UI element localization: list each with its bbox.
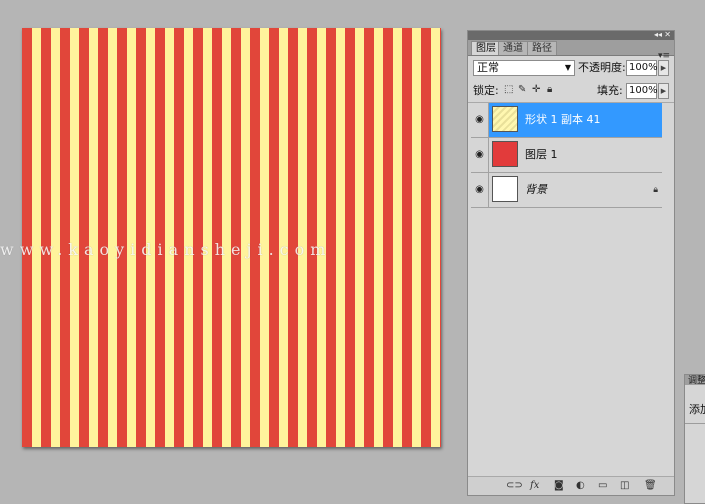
panel-tabs: 图层 通道 路径 ▾≡ [468, 40, 674, 61]
panel-title-bar[interactable]: ◂◂ ✕ [468, 30, 674, 40]
blend-opacity-row: 正常 ▼ 不透明度: 100% ▶ [468, 57, 674, 79]
lock-icon: 🔒︎ [653, 185, 658, 195]
lock-label: 锁定: [473, 84, 499, 97]
visibility-eye-icon[interactable]: ◉ [471, 173, 489, 207]
chevron-down-icon: ▼ [564, 63, 571, 72]
layers-list: ◉ 形状 1 副本 41 ◉ 图层 1 ◉ 背景 🔒︎ [471, 103, 662, 208]
padlock-icon[interactable]: 🔒︎ [547, 83, 552, 97]
layer-row-layer-1[interactable]: ◉ 图层 1 [471, 138, 662, 173]
fill-input[interactable]: 100% [626, 83, 658, 99]
adjustments-tab-label: 调整 [688, 376, 705, 386]
layer-thumbnail [492, 176, 518, 202]
adjustment-icon[interactable]: ◐ [576, 478, 585, 494]
close-icon[interactable]: ✕ [664, 30, 671, 40]
watermark-text: www.kaoyidiansheji.com [0, 240, 332, 259]
layer-row-background[interactable]: ◉ 背景 🔒︎ [471, 173, 662, 208]
fx-icon[interactable]: fx [530, 478, 539, 494]
tab-paths[interactable]: 路径 [527, 41, 557, 55]
fill-slider-arrow[interactable]: ▶ [658, 83, 669, 99]
panel-bottom-toolbar: ⊂⊃ fx ◙ ◐ ▭ ◫ 🗑︎ [468, 476, 674, 495]
move-lock-icon[interactable]: ✛ [532, 83, 540, 97]
tab-channels[interactable]: 通道 [498, 41, 528, 55]
layer-thumbnail [492, 141, 518, 167]
layer-name[interactable]: 背景 [525, 173, 547, 207]
brush-lock-icon[interactable]: ✎ [518, 83, 526, 97]
layer-thumbnail [492, 106, 518, 132]
visibility-eye-icon[interactable]: ◉ [471, 103, 489, 137]
tab-layers[interactable]: 图层 [471, 41, 501, 55]
opacity-label: 不透明度: [578, 61, 626, 74]
fill-label: 填充: [597, 84, 623, 97]
collapse-icon[interactable]: ◂◂ [654, 30, 662, 40]
blend-mode-value: 正常 [477, 61, 499, 74]
opacity-input[interactable]: 100% [626, 60, 658, 76]
new-layer-icon[interactable]: ◫ [620, 478, 629, 494]
transparency-lock-icon[interactable]: ⬚ [504, 83, 513, 97]
layer-name[interactable]: 形状 1 副本 41 [525, 103, 601, 137]
folder-icon[interactable]: ▭ [598, 478, 607, 494]
layers-panel: ◂◂ ✕ 图层 通道 路径 ▾≡ 正常 ▼ 不透明度: 100% ▶ 锁定: ⬚… [467, 30, 675, 496]
trash-icon[interactable]: 🗑︎ [644, 478, 657, 494]
layer-row-shape-copy[interactable]: ◉ 形状 1 副本 41 [471, 103, 662, 138]
layer-name[interactable]: 图层 1 [525, 138, 558, 172]
visibility-eye-icon[interactable]: ◉ [471, 138, 489, 172]
opacity-slider-arrow[interactable]: ▶ [658, 60, 669, 76]
lock-fill-row: 锁定: ⬚ ✎ ✛ 🔒︎ 填充: 100% ▶ [468, 80, 674, 103]
mask-icon[interactable]: ◙ [554, 478, 564, 494]
adjustments-panel: 调整 添加 [684, 374, 705, 504]
document-canvas[interactable] [22, 28, 441, 447]
link-icon[interactable]: ⊂⊃ [506, 478, 523, 494]
blend-mode-select[interactable]: 正常 ▼ [473, 60, 575, 76]
divider [685, 423, 705, 424]
adjustments-tab[interactable]: 调整 [685, 375, 705, 386]
adjustments-add-text: 添加 [689, 403, 705, 416]
